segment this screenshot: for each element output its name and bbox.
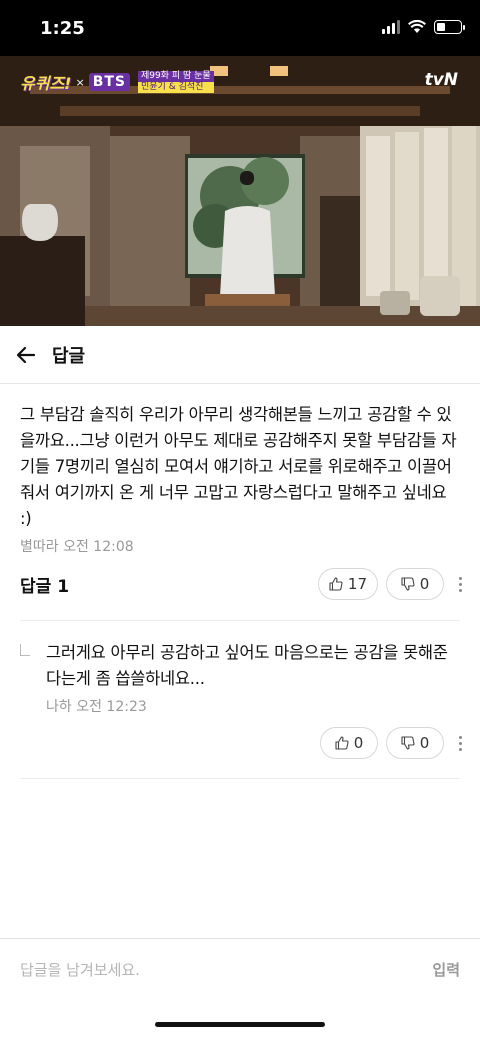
- comment-actions: 답글 1 17 0: [20, 568, 470, 600]
- show-logo: 유퀴즈!: [20, 74, 72, 93]
- comment-time: 오전 12:08: [63, 539, 134, 555]
- dislike-count: 0: [419, 575, 430, 593]
- status-bar: 1:25: [0, 0, 480, 56]
- video-frame: [0, 56, 480, 326]
- like-count: 17: [347, 575, 367, 593]
- wifi-icon: [408, 20, 426, 33]
- show-badge: 유퀴즈! × BTS 제99화 피 땀 눈물 민윤기 & 김석진: [20, 70, 214, 94]
- channel-logo: tvN: [424, 70, 458, 90]
- reply-meta: 나하 오전 12:23: [46, 696, 460, 716]
- reply-input[interactable]: [20, 960, 433, 979]
- comment-text: 그 부담감 솔직히 우리가 아무리 생각해본들 느끼고 공감할 수 있을까요..…: [20, 405, 457, 528]
- page-title: 답글: [52, 345, 86, 367]
- comment-meta: 별따라 오전 12:08: [20, 536, 460, 556]
- reply-item: 그러게요 아무리 공감하고 싶어도 마음으로는 공감을 못해준다는게 좀 씁쓸하…: [20, 640, 460, 716]
- divider: [20, 778, 460, 779]
- episode-label: 제99화 피 땀 눈물 민윤기 & 김석진: [138, 71, 214, 93]
- submit-button[interactable]: 입력: [432, 959, 460, 980]
- thumbs-up-icon: [329, 577, 343, 591]
- thumbs-down-icon: [401, 577, 415, 591]
- thumbs-up-icon: [335, 736, 349, 750]
- comment-author: 별따라: [20, 539, 59, 555]
- episode-guests: 민윤기 & 김석진: [138, 82, 214, 93]
- reply-like-button[interactable]: 0: [320, 727, 378, 759]
- more-options-button[interactable]: [450, 568, 470, 600]
- reply-dislike-button[interactable]: 0: [386, 727, 444, 759]
- more-dot-icon: [458, 588, 462, 592]
- reply-dislike-count: 0: [419, 734, 430, 752]
- battery-icon: [434, 20, 465, 34]
- collab-x: ×: [75, 75, 85, 89]
- more-dot-icon: [458, 735, 462, 739]
- like-button[interactable]: 17: [317, 568, 378, 600]
- more-dot-icon: [458, 747, 462, 751]
- more-dot-icon: [458, 582, 462, 586]
- video-player[interactable]: 유퀴즈! × BTS 제99화 피 땀 눈물 민윤기 & 김석진 tvN: [0, 56, 480, 326]
- status-time: 1:25: [40, 18, 85, 39]
- status-icons: [382, 20, 465, 34]
- parent-comment: 그 부담감 솔직히 우리가 아무리 생각해본들 느끼고 공감할 수 있을까요..…: [20, 402, 460, 556]
- reply-count-label[interactable]: 답글 1: [20, 572, 310, 597]
- home-indicator[interactable]: [155, 1022, 325, 1027]
- more-dot-icon: [458, 741, 462, 745]
- back-button[interactable]: [0, 326, 52, 384]
- arrow-left-icon: [16, 346, 36, 363]
- more-dot-icon: [458, 576, 462, 580]
- thumbs-down-icon: [401, 736, 415, 750]
- reply-input-bar: 입력: [0, 938, 480, 1000]
- reply-more-options-button[interactable]: [450, 727, 470, 759]
- reply-text: 그러게요 아무리 공감하고 싶어도 마음으로는 공감을 못해준다는게 좀 씁쓸하…: [46, 643, 448, 688]
- episode-title: 제99화 피 땀 눈물: [138, 71, 214, 82]
- reply-actions: 0 0: [20, 727, 470, 759]
- dislike-button[interactable]: 0: [386, 568, 444, 600]
- reply-header: 답글: [0, 326, 480, 384]
- reply-time: 오전 12:23: [76, 699, 147, 715]
- cellular-signal-icon: [382, 20, 400, 34]
- group-logo: BTS: [88, 73, 130, 91]
- reply-author: 나하: [46, 699, 72, 715]
- divider: [20, 620, 460, 621]
- reply-indent-icon: [20, 644, 30, 656]
- reply-like-count: 0: [353, 734, 364, 752]
